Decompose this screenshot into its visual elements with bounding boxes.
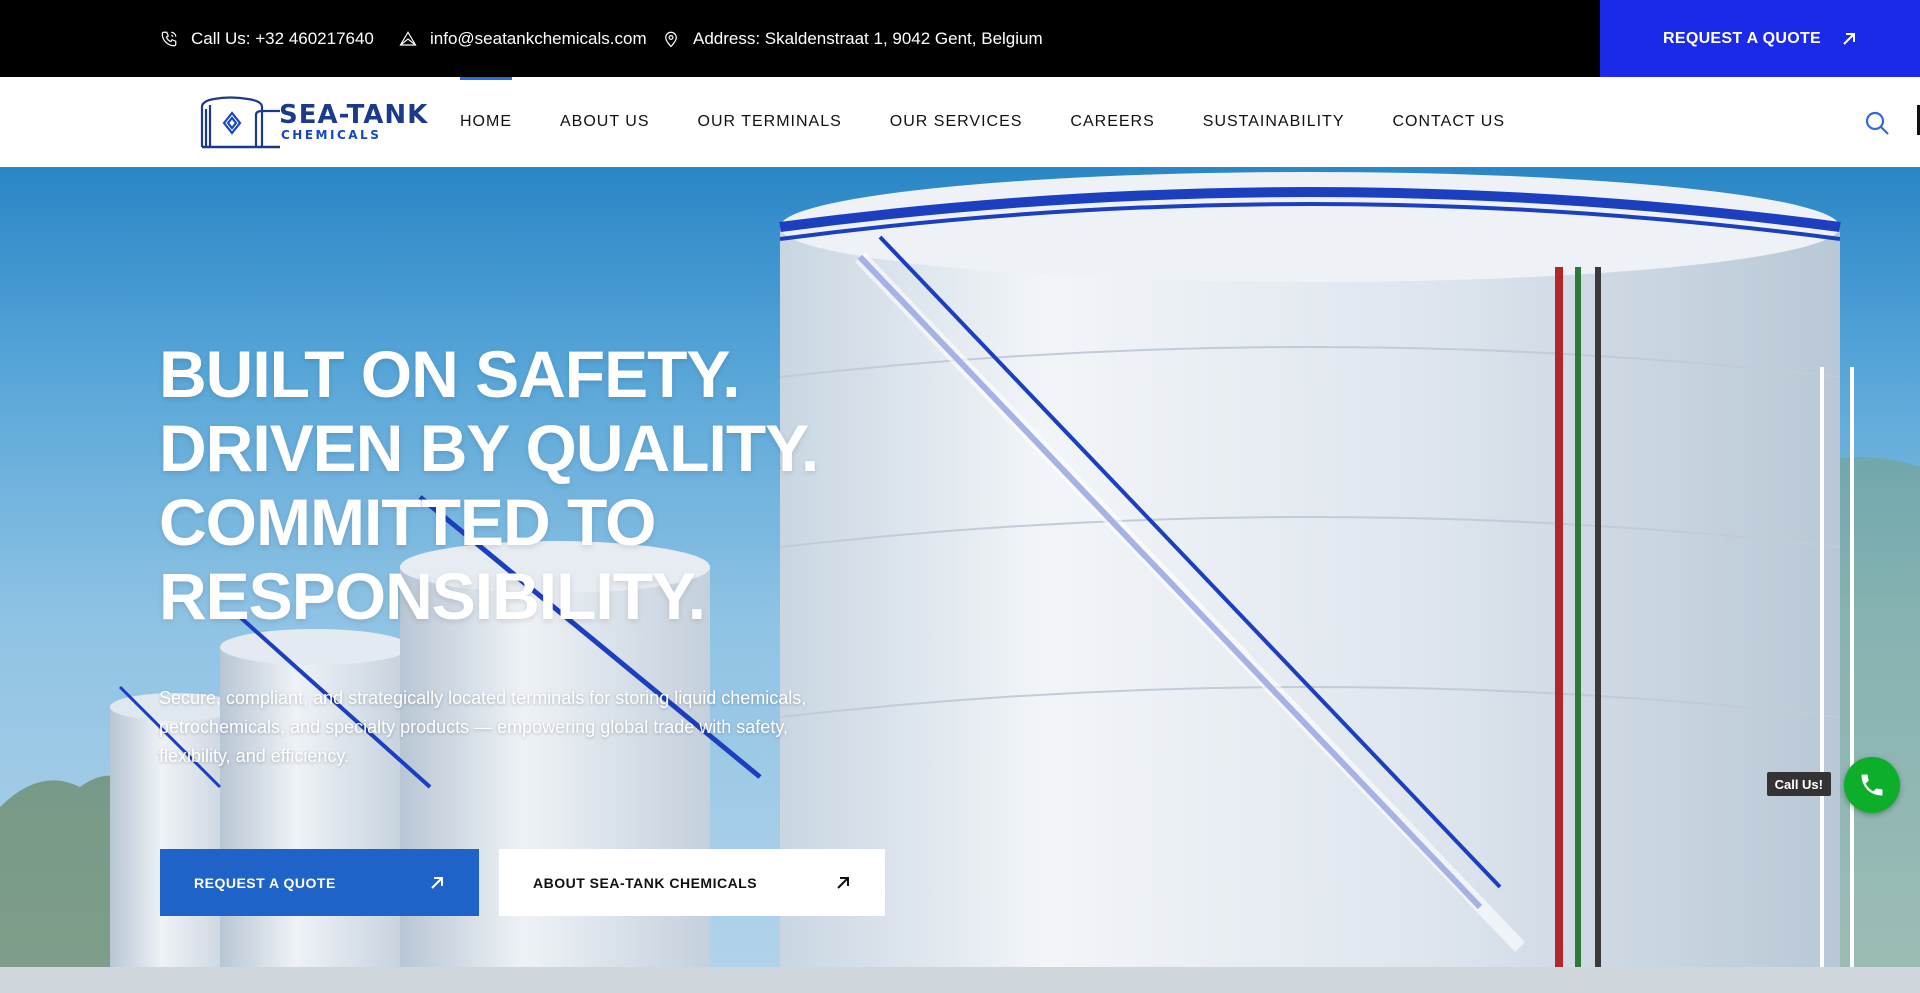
main-navbar: SEA-TANK CHEMICALS HOME ABOUT US OUR TER… [0,77,1920,167]
top-bar: Call Us: +32 460217640 info@seatankchemi… [0,0,1920,77]
logo-line-1: SEA-TANK [279,100,429,130]
topbar-phone-text: Call Us: +32 460217640 [191,28,374,48]
tank-logo-icon [200,96,280,149]
hero-title: BUILT ON SAFETY. DRIVEN BY QUALITY. COMM… [159,337,819,633]
nav-item-contact-us[interactable]: CONTACT US [1393,77,1506,167]
map-pin-icon [665,31,677,47]
nav-item-home[interactable]: HOME [460,77,512,167]
topbar-phone[interactable]: Call Us: +32 460217640 [160,0,374,77]
arrow-up-right-icon [1843,32,1855,45]
topbar-address: Address: Skaldenstraat 1, 9042 Gent, Bel… [662,0,1043,77]
topbar-address-text: Address: Skaldenstraat 1, 9042 Gent, Bel… [693,28,1043,48]
hero-subtitle: Secure, compliant, and strategically loc… [159,688,807,766]
phone-icon [161,31,177,46]
phone-handset-icon [1861,774,1883,796]
request-quote-top-button[interactable]: REQUEST A QUOTE [1600,0,1920,77]
request-quote-top-label: REQUEST A QUOTE [1663,29,1821,47]
arrow-up-right-icon [431,876,443,889]
arrow-up-right-icon [837,876,849,889]
nav-item-about-us[interactable]: ABOUT US [560,77,650,167]
about-company-button[interactable]: ABOUT SEA-TANK CHEMICALS [499,849,885,916]
hero-section: BUILT ON SAFETY. DRIVEN BY QUALITY. COMM… [0,167,1920,993]
topbar-email-text: info@seatankchemicals.com [430,28,647,48]
request-quote-label: REQUEST A QUOTE [194,874,336,891]
nav-menu: HOME ABOUT US OUR TERMINALS OUR SERVICES… [460,77,1553,167]
logo[interactable]: SEA-TANK CHEMICALS [200,93,432,149]
logo-line-2: CHEMICALS [281,128,382,142]
request-quote-button[interactable]: REQUEST A QUOTE [160,849,479,916]
topbar-email[interactable]: info@seatankchemicals.com [399,0,647,77]
search-icon [1865,111,1889,135]
nav-item-sustainability[interactable]: SUSTAINABILITY [1203,77,1345,167]
call-us-button[interactable] [1844,757,1900,813]
mail-icon [399,30,417,46]
about-company-label: ABOUT SEA-TANK CHEMICALS [533,874,758,891]
nav-item-careers[interactable]: CAREERS [1070,77,1154,167]
nav-item-our-services[interactable]: OUR SERVICES [890,77,1023,167]
nav-item-our-terminals[interactable]: OUR TERMINALS [698,77,842,167]
search-button[interactable] [1864,110,1890,136]
call-us-tooltip: Call Us! [1766,772,1831,796]
